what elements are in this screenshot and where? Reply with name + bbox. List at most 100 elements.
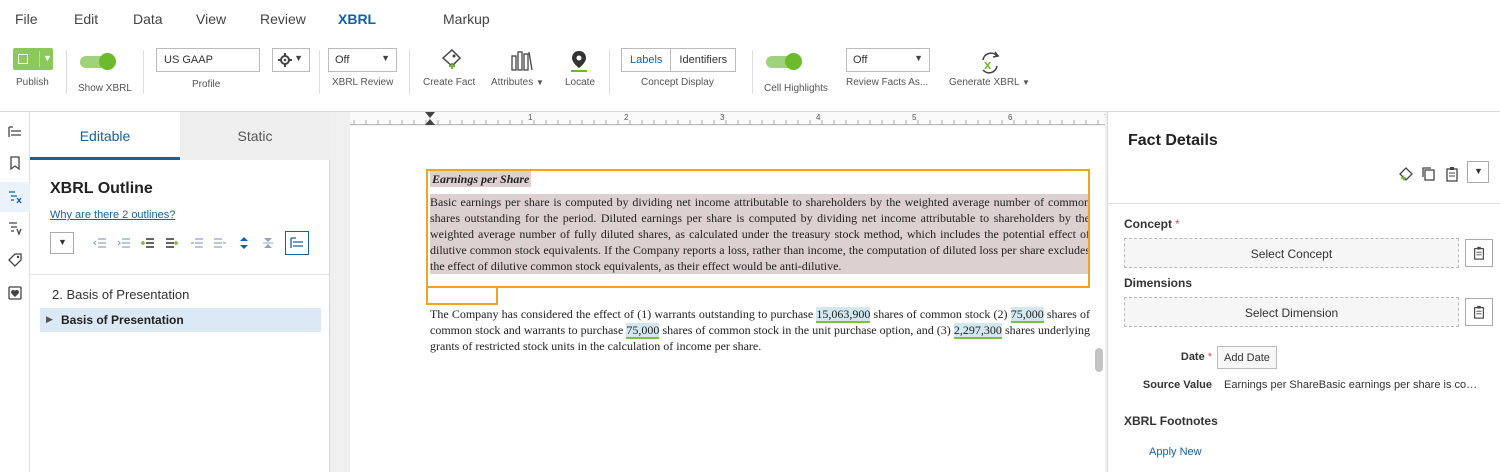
selection-highlight-tail [426,286,498,305]
concept-display-label: Concept Display [641,77,714,88]
chevron-down-icon: ▼ [536,78,544,87]
source-value: Earnings per ShareBasic earnings per sha… [1224,379,1486,391]
publish-button[interactable]: ▼ [13,48,53,70]
ruler-mark: 6 [1008,113,1013,122]
expand-all-icon[interactable] [237,236,251,250]
locate-icon[interactable] [570,50,588,72]
vertical-scrollbar[interactable] [1095,348,1103,372]
add-after-icon[interactable] [165,236,179,250]
heart-note-icon[interactable] [7,285,23,301]
review-facts-select[interactable]: Off ▼ [846,48,930,72]
document-page: Earnings per Share Basic earnings per sh… [350,126,1105,472]
move-right-icon[interactable] [213,236,227,250]
attributes-icon[interactable] [510,50,534,72]
svg-text:x: x [984,57,992,72]
outline-list-icon [290,237,303,248]
outline-item-selected[interactable]: ▶ Basis of Presentation [40,308,321,332]
outline-list-icon[interactable] [7,124,23,140]
tab-static[interactable]: Static [180,112,330,160]
attributes-label[interactable]: Attributes ▼ [491,77,544,88]
generate-xbrl-label[interactable]: Generate XBRL ▼ [949,77,1030,88]
menu-bar: File Edit Data View Review XBRL Markup [0,0,1500,38]
expand-triangle-icon[interactable]: ▶ [46,314,53,325]
publish-icon [18,54,28,64]
indent-icon[interactable] [117,236,131,250]
publish-label: Publish [16,77,49,88]
add-date-button[interactable]: Add Date [1217,346,1277,369]
cell-highlights-toggle[interactable] [766,53,802,70]
ruler-mark: 2 [624,113,629,122]
document-area: 1 2 3 4 5 6 7 Earnings per Share Basic earning… [330,112,1109,472]
profile-label: Profile [192,79,221,90]
menu-file[interactable]: File [15,11,38,27]
chevron-down-icon: ▼ [1474,166,1483,176]
profile-input[interactable]: US GAAP [156,48,260,72]
generate-xbrl-icon[interactable]: x [977,50,1003,76]
copy-icon[interactable] [1421,166,1437,182]
fact-unit-option[interactable]: 75,000 [626,323,660,339]
ruler-mark: 1 [528,113,533,122]
menu-view[interactable]: View [196,11,226,27]
fact-options-dropdown[interactable]: ▼ [1467,161,1489,183]
outline-title: XBRL Outline [50,180,153,197]
concept-display-toggle: Labels Identifiers [621,48,737,72]
dimension-clipboard-button[interactable] [1465,298,1493,326]
xbrl-review-label: XBRL Review [332,77,394,88]
review-facts-label: Review Facts As... [846,77,929,88]
concept-clipboard-button[interactable] [1465,239,1493,267]
ruler-mark: 7 [1104,113,1105,122]
fact-warrants[interactable]: 15,063,900 [816,307,871,323]
selection-highlight [426,169,1090,288]
move-left-icon[interactable] [190,236,204,250]
tag-icon[interactable] [7,252,23,268]
indent-marker [425,112,435,125]
fact-rsu-grants[interactable]: 2,297,300 [953,323,1002,339]
outline-panel: Editable Static XBRL Outline Why are the… [30,112,330,472]
xbrl-footnotes-label: XBRL Footnotes [1124,414,1218,428]
fact-details-title: Fact Details [1128,132,1218,149]
menu-review[interactable]: Review [260,11,306,27]
chevron-down-icon[interactable]: ▼ [43,53,52,63]
chevron-down-icon: ▼ [58,237,67,247]
outline-view-button[interactable] [285,231,309,255]
add-fact-icon[interactable] [1398,166,1414,182]
cell-highlights-label: Cell Highlights [764,83,828,94]
dimensions-label: Dimensions [1124,276,1193,290]
ruler-mark: 4 [816,113,821,122]
concept-label: Concept * [1124,217,1180,231]
clipboard-icon[interactable] [1444,166,1460,182]
bookmark-icon[interactable] [7,155,23,171]
doc-paragraph[interactable]: The Company has considered the effect of… [430,306,1090,354]
fact-details-panel: Fact Details ▼ Concept * Select Concept D… [1107,112,1500,472]
menu-edit[interactable]: Edit [74,11,98,27]
tab-editable[interactable]: Editable [30,112,180,160]
source-value-label: Source Value [1142,379,1212,391]
menu-xbrl[interactable]: XBRL [338,11,376,27]
xbrl-outline-icon[interactable] [7,189,23,205]
labels-option[interactable]: Labels [622,49,672,71]
two-outlines-link[interactable]: Why are there 2 outlines? [50,209,175,221]
outline-options-dropdown[interactable]: ▼ [50,232,74,254]
clipboard-icon [1474,305,1484,319]
outline-item-section[interactable]: 2. Basis of Presentation [52,287,189,302]
xbrl-review-select[interactable]: Off ▼ [328,48,397,72]
show-xbrl-toggle[interactable] [80,53,116,70]
select-dimension-button[interactable]: Select Dimension [1124,297,1459,327]
outdent-icon[interactable] [93,236,107,250]
identifiers-option[interactable]: Identifiers [671,49,735,71]
menu-data[interactable]: Data [133,11,163,27]
select-concept-button[interactable]: Select Concept [1124,238,1459,268]
validation-icon[interactable] [7,220,23,236]
ruler: 1 2 3 4 5 6 7 [350,112,1109,125]
create-fact-icon[interactable] [440,48,462,72]
collapse-all-icon[interactable] [261,236,275,250]
menu-markup[interactable]: Markup [443,11,490,27]
apply-new-link[interactable]: Apply New [1149,446,1202,458]
gear-icon [278,53,292,67]
clipboard-icon [1474,246,1484,260]
add-before-icon[interactable] [140,236,154,250]
profile-settings-button[interactable]: ▼ [272,48,310,72]
date-label: Date * [1180,351,1212,363]
ruler-mark: 5 [912,113,917,122]
fact-common-stock[interactable]: 75,000 [1010,307,1044,323]
